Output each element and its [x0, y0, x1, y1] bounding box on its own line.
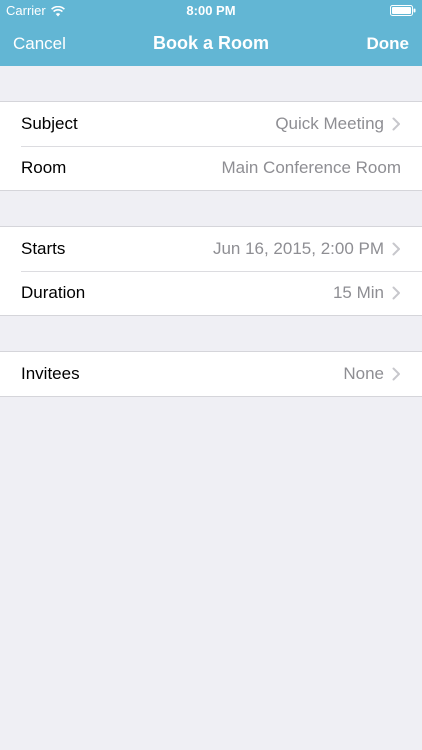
row-duration[interactable]: Duration 15 Min	[0, 271, 422, 315]
row-invitees[interactable]: Invitees None	[0, 352, 422, 396]
status-time: 8:00 PM	[186, 3, 236, 18]
subject-value: Quick Meeting	[275, 114, 384, 133]
battery-icon	[390, 5, 416, 16]
section-timing: Starts Jun 16, 2015, 2:00 PM Duration 15…	[0, 226, 422, 316]
starts-value: Jun 16, 2015, 2:00 PM	[212, 239, 384, 258]
status-bar: Carrier 8:00 PM	[0, 0, 422, 22]
duration-label: Duration	[21, 283, 86, 302]
starts-label: Starts	[21, 239, 66, 258]
chevron-right-icon	[392, 286, 400, 300]
cancel-button[interactable]: Cancel	[13, 33, 66, 55]
row-starts[interactable]: Starts Jun 16, 2015, 2:00 PM	[0, 227, 422, 271]
room-value: Main Conference Room	[221, 158, 401, 177]
done-button[interactable]: Done	[367, 33, 410, 55]
duration-value: 15 Min	[332, 283, 384, 302]
row-subject[interactable]: Subject Quick Meeting	[0, 102, 422, 146]
section-meeting-details: Subject Quick Meeting Room Main Conferen…	[0, 101, 422, 191]
subject-label: Subject	[21, 114, 78, 133]
chevron-right-icon	[392, 117, 400, 131]
room-label: Room	[21, 158, 67, 177]
row-room: Room Main Conference Room	[0, 146, 422, 190]
chevron-right-icon	[392, 242, 400, 256]
section-invitees: Invitees None	[0, 351, 422, 397]
chevron-right-icon	[392, 367, 400, 381]
navigation-bar: Cancel Book a Room Done	[0, 22, 422, 66]
top-bar: Carrier 8:00 PM Cancel Book a Room Done	[0, 0, 422, 66]
invitees-label: Invitees	[21, 364, 80, 383]
invitees-value: None	[343, 364, 384, 383]
